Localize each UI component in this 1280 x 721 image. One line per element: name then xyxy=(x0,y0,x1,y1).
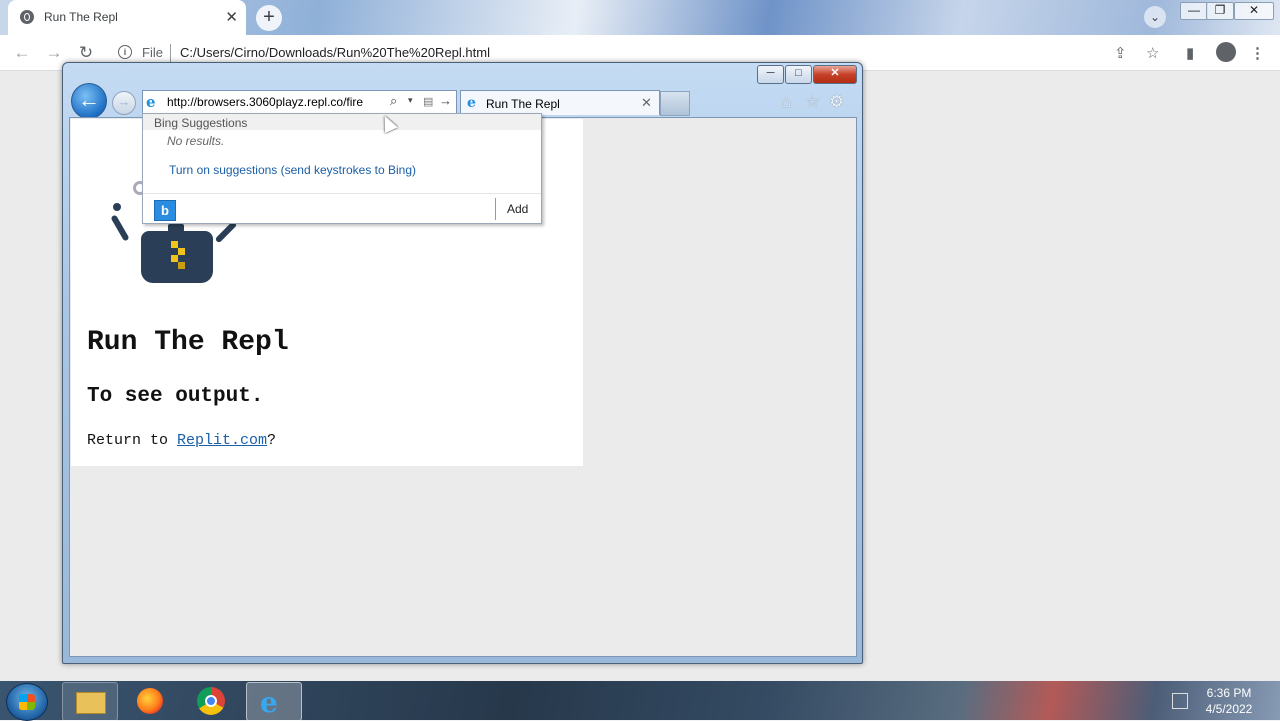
folder-icon xyxy=(76,692,106,714)
go-arrow-icon[interactable]: → xyxy=(439,93,452,108)
ie-close-button[interactable]: ✕ xyxy=(813,65,857,84)
ie-address-bar[interactable]: e http://browsers.3060playz.repl.co/fire… xyxy=(142,90,457,115)
return-prefix: Return to xyxy=(87,432,178,449)
ie-icon: e xyxy=(260,686,278,719)
compatibility-view-icon[interactable]: ▤ xyxy=(423,95,433,108)
robot-pixel xyxy=(178,248,185,255)
ie-maximize-button[interactable]: □ xyxy=(785,65,812,84)
suggestions-header: Bing Suggestions xyxy=(143,114,541,130)
suggestions-dropdown: Bing Suggestions No results. Turn on sug… xyxy=(142,113,542,224)
new-tab-button[interactable]: + xyxy=(256,5,282,31)
chrome-icon xyxy=(197,687,225,715)
ie-back-button[interactable]: ← xyxy=(71,83,107,119)
firefox-icon xyxy=(137,688,163,714)
network-tray-icon[interactable] xyxy=(1172,693,1188,709)
taskbar-explorer[interactable] xyxy=(62,682,118,721)
robot-arm-left xyxy=(110,214,130,242)
ie-window: ─ □ ✕ ← → e http://browsers.3060playz.re… xyxy=(62,62,863,664)
taskbar-chrome[interactable] xyxy=(184,682,238,719)
reload-button[interactable]: ↻ xyxy=(76,43,96,63)
taskbar: e 6:36 PM 4/5/2022 xyxy=(0,681,1280,721)
share-icon[interactable]: ⇪ xyxy=(1114,44,1127,62)
robot-pixel xyxy=(178,262,185,269)
side-panel-icon[interactable]: ▮ xyxy=(1186,44,1194,62)
forward-button[interactable]: → xyxy=(44,43,64,63)
return-suffix: ? xyxy=(267,432,277,449)
robot-pixel xyxy=(171,255,178,262)
scheme-label: File xyxy=(142,45,163,60)
add-button[interactable]: Add xyxy=(507,202,528,216)
chrome-tabstrip: Run The Repl ✕ + ⌄ — ❐ ✕ xyxy=(0,0,1280,35)
ie-tab-title: Run The Repl xyxy=(486,97,560,111)
ie-new-tab-button[interactable] xyxy=(660,91,690,116)
close-window-button[interactable]: ✕ xyxy=(1234,2,1274,20)
search-icon[interactable]: ⌕ xyxy=(390,93,397,109)
start-button[interactable] xyxy=(6,683,48,721)
tab-title: Run The Repl xyxy=(44,10,118,24)
windows-logo-icon xyxy=(19,694,35,710)
clock-date: 4/5/2022 xyxy=(1205,702,1253,716)
maximize-button[interactable]: ❐ xyxy=(1206,2,1234,20)
robot-pixel xyxy=(171,241,178,248)
home-icon[interactable]: ⌂ xyxy=(781,92,791,112)
info-icon[interactable]: i xyxy=(118,45,132,59)
ie-tab[interactable]: e Run The Repl ✕ xyxy=(460,90,660,115)
ie-tab-icon: e xyxy=(467,95,476,111)
no-results-text: No results. xyxy=(167,134,225,148)
ie-forward-button[interactable]: → xyxy=(112,91,136,115)
browser-tab[interactable]: Run The Repl ✕ xyxy=(8,0,246,35)
system-clock[interactable]: 6:36 PM 4/5/2022 xyxy=(1196,685,1262,717)
page-subtitle: To see output. xyxy=(87,385,264,408)
dropdown-icon[interactable]: ▾ xyxy=(408,95,413,106)
clock-time: 6:36 PM xyxy=(1206,686,1252,700)
robot-hand xyxy=(113,203,121,211)
ie-address-input[interactable]: http://browsers.3060playz.repl.co/fire xyxy=(167,95,363,109)
menu-icon[interactable]: ⋮ xyxy=(1250,44,1265,62)
ie-page-icon: e xyxy=(146,93,156,111)
tab-close-button[interactable]: ✕ xyxy=(225,8,238,26)
bookmark-star-icon[interactable]: ☆ xyxy=(1146,44,1159,62)
return-line: Return to Replit.com? xyxy=(87,432,276,449)
replit-link[interactable]: Replit.com xyxy=(177,432,267,449)
ie-minimize-button[interactable]: ─ xyxy=(757,65,784,84)
profile-avatar-icon[interactable] xyxy=(1216,42,1236,62)
globe-icon xyxy=(20,10,34,24)
divider xyxy=(495,198,496,220)
suggestions-footer: b Add xyxy=(143,193,541,224)
tools-gear-icon[interactable]: ⚙ xyxy=(829,92,844,112)
robot-arm-right xyxy=(214,220,238,244)
turn-on-suggestions-link[interactable]: Turn on suggestions (send keystrokes to … xyxy=(169,163,416,177)
page-title: Run The Repl xyxy=(87,327,289,358)
favorites-star-icon[interactable]: ☆ xyxy=(805,92,820,112)
minimize-button[interactable]: — xyxy=(1180,2,1208,20)
taskbar-firefox[interactable] xyxy=(124,682,178,719)
bing-icon[interactable]: b xyxy=(154,200,176,221)
ie-tab-close-button[interactable]: ✕ xyxy=(641,95,652,111)
url-text[interactable]: C:/Users/Cirno/Downloads/Run%20The%20Rep… xyxy=(180,45,490,60)
taskbar-internet-explorer[interactable]: e xyxy=(246,682,302,721)
divider xyxy=(170,44,171,62)
back-button[interactable]: ← xyxy=(12,43,32,63)
tab-search-button[interactable]: ⌄ xyxy=(1144,6,1166,28)
suggestions-header-label: Bing Suggestions xyxy=(154,116,248,130)
